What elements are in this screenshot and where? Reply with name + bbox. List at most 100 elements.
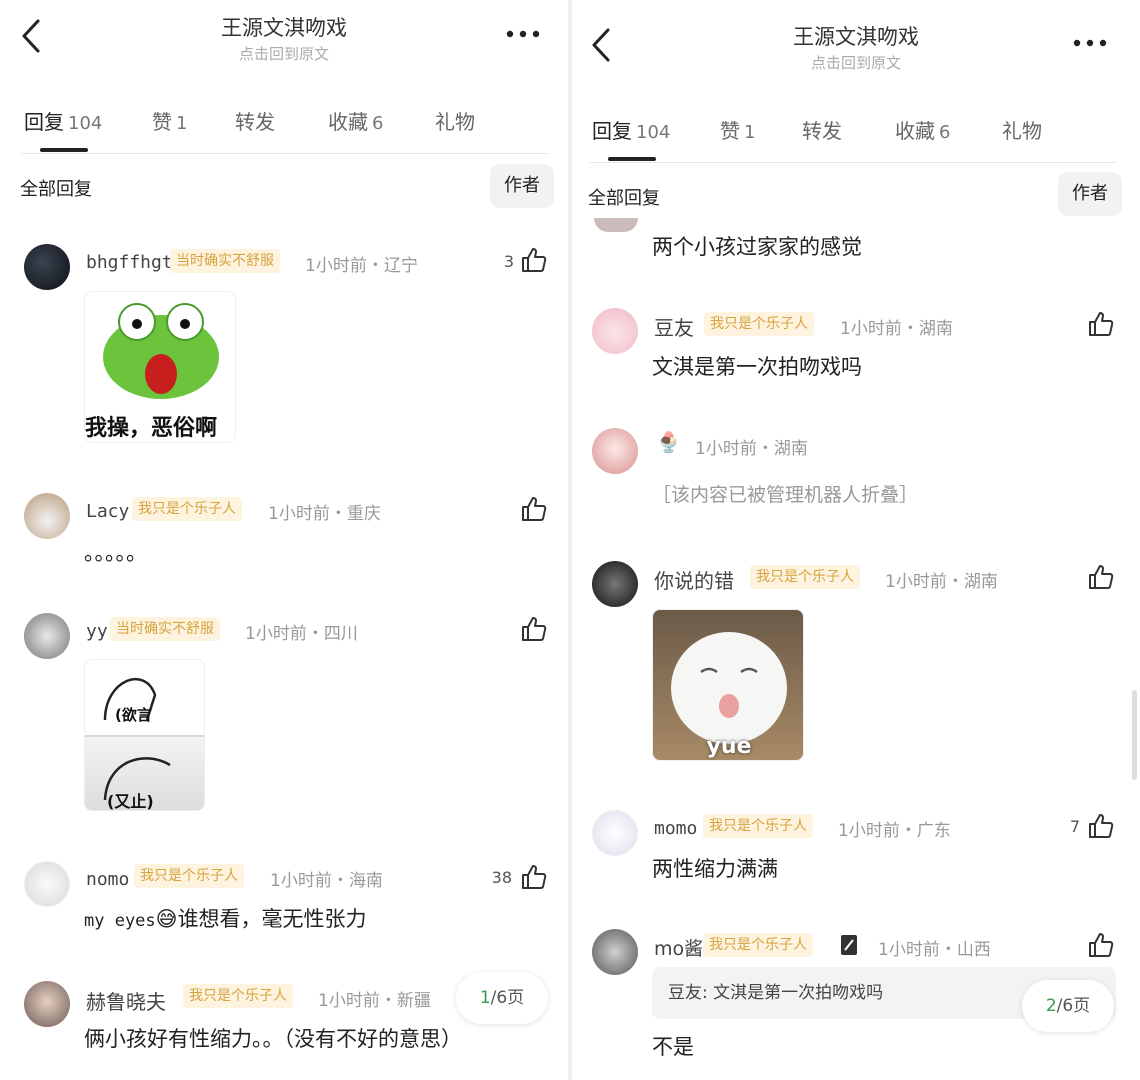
avatar[interactable] — [592, 810, 638, 856]
tab-likes-label: 赞 — [720, 119, 740, 143]
comment-item: 你说的错 我只是个乐子人 1小时前・湖南 yue — [572, 553, 1140, 768]
pen-icon — [840, 934, 858, 956]
username[interactable]: 你说的错 — [654, 565, 734, 594]
avatar[interactable] — [592, 308, 638, 354]
username[interactable]: Lacy — [86, 501, 129, 522]
tab-replies[interactable]: 回复 104 — [24, 106, 102, 135]
comment-text-suffix: 谁想看，毫无性张力 — [177, 907, 367, 931]
back-to-post-link[interactable]: 点击回到原文 — [0, 43, 568, 64]
tab-reposts[interactable]: 转发 — [235, 106, 275, 135]
comment-text: 两个小孩过家家的感觉 — [652, 235, 862, 259]
avatar[interactable] — [24, 244, 70, 290]
thumbs-up-icon[interactable] — [520, 495, 548, 523]
comment-item: momo 我只是个乐子人 1小时前・广东 7 两性缩力满满 — [572, 802, 1140, 892]
comment-text: 俩小孩好有性缩力。。（没有不好的意思） — [84, 1027, 462, 1051]
tab-favorites-count: 6 — [372, 113, 384, 134]
avatar[interactable] — [24, 981, 70, 1027]
comment-meta: 1小时前・四川 — [245, 624, 358, 644]
avatar[interactable] — [24, 493, 70, 539]
tab-replies-label: 回复 — [24, 110, 64, 134]
user-badge: 当时确实不舒服 — [110, 617, 220, 641]
tab-likes[interactable]: 赞1 — [720, 115, 755, 144]
avatar[interactable] — [592, 428, 638, 474]
scrollbar[interactable] — [1132, 690, 1137, 780]
tab-replies-count: 104 — [636, 122, 671, 143]
comment-meta: 1小时前・山西 — [878, 940, 991, 960]
tab-favorites-label: 收藏 — [895, 119, 935, 143]
page-title[interactable]: 王源文淇吻戏 — [0, 12, 568, 42]
avatar[interactable] — [592, 561, 638, 607]
comment-meta: 1小时前・海南 — [270, 871, 383, 891]
page-indicator[interactable]: 1/6页 — [456, 972, 548, 1024]
page-title[interactable]: 王源文淇吻戏 — [572, 21, 1140, 51]
avatar[interactable] — [24, 861, 70, 907]
author-filter-button[interactable]: 作者 — [1058, 172, 1122, 216]
avatar[interactable] — [24, 613, 70, 659]
folded-notice[interactable]: ［该内容已被管理机器人折叠］ — [652, 480, 918, 507]
user-badge: 我只是个乐子人 — [703, 933, 813, 957]
more-options-icon[interactable] — [1072, 37, 1108, 49]
like-count: 3 — [503, 252, 514, 271]
author-filter-button[interactable]: 作者 — [490, 164, 554, 208]
tab-gifts-label: 礼物 — [1002, 119, 1042, 143]
avatar[interactable] — [592, 929, 638, 975]
left-screenshot-panel: 王源文淇吻戏 点击回到原文 回复 104 赞1 转发 收藏 6 礼物 全部回复 作者… — [0, 0, 568, 1080]
tab-favorites[interactable]: 收藏 6 — [328, 106, 383, 135]
comment-text-prefix: my eyes — [84, 911, 156, 931]
thumbs-up-icon[interactable] — [1087, 812, 1115, 840]
thumbs-up-icon[interactable] — [520, 615, 548, 643]
like-count: 38 — [491, 868, 512, 887]
tab-favorites[interactable]: 收藏 6 — [895, 115, 950, 144]
sweat-smile-emoji: 😅 — [155, 907, 178, 931]
sticker-image[interactable]: yue — [652, 609, 804, 761]
username[interactable]: nomo — [86, 869, 129, 890]
back-to-post-link[interactable]: 点击回到原文 — [572, 52, 1140, 73]
username[interactable]: 赫鲁晓夫 — [86, 986, 166, 1015]
tab-likes-count: 1 — [176, 113, 188, 134]
comment-meta: 1小时前・辽宁 — [305, 256, 418, 276]
comment-meta: 1小时前・湖南 — [840, 319, 953, 339]
page-total: /6页 — [490, 988, 525, 1008]
comment-text: my eyes😅谁想看，毫无性张力 — [84, 903, 367, 933]
username[interactable]: momo — [654, 818, 697, 839]
comment-text: 文淇是第一次拍吻戏吗 — [652, 355, 862, 379]
avatar-partial — [594, 218, 638, 232]
tab-gifts-label: 礼物 — [435, 110, 475, 134]
page-indicator[interactable]: 2/6页 — [1022, 980, 1114, 1032]
tab-replies[interactable]: 回复 104 — [592, 115, 670, 144]
thumbs-up-icon[interactable] — [520, 246, 548, 274]
tabs-divider — [590, 162, 1116, 163]
comment-meta: 1小时前・广东 — [838, 821, 951, 841]
comment-meta: 1小时前・重庆 — [268, 504, 381, 524]
tab-reposts-label: 转发 — [235, 110, 275, 134]
thumbs-up-icon[interactable] — [520, 863, 548, 891]
tab-gifts[interactable]: 礼物 — [1002, 115, 1042, 144]
thumbs-up-icon[interactable] — [1087, 563, 1115, 591]
comment-meta: 1小时前・新疆 — [318, 991, 431, 1011]
comment-text: 。。。。。 — [84, 541, 147, 565]
tab-favorites-count: 6 — [939, 122, 951, 143]
tab-reposts[interactable]: 转发 — [802, 115, 842, 144]
sticker-caption: yue — [706, 734, 752, 759]
username[interactable]: bhgffhgt — [86, 252, 173, 273]
thumbs-up-icon[interactable] — [1087, 931, 1115, 959]
comment-item: nomo 我只是个乐子人 1小时前・海南 38 my eyes😅谁想看，毫无性张… — [0, 853, 568, 953]
active-tab-indicator — [40, 148, 88, 152]
username[interactable]: 豆友 — [654, 312, 694, 341]
comment-item: 🍨 1小时前・湖南 ［该内容已被管理机器人折叠］ — [572, 420, 1140, 520]
tab-likes[interactable]: 赞1 — [152, 106, 187, 135]
user-badge: 我只是个乐子人 — [703, 814, 813, 838]
tab-gifts[interactable]: 礼物 — [435, 106, 475, 135]
comment-item: Lacy 我只是个乐子人 1小时前・重庆 。。。。。 — [0, 485, 568, 575]
sticker-image[interactable]: 我操，恶俗啊 — [84, 291, 236, 443]
comment-item: 豆友 我只是个乐子人 1小时前・湖南 文淇是第一次拍吻戏吗 — [572, 300, 1140, 390]
thumbs-up-icon[interactable] — [1087, 310, 1115, 338]
user-badge: 我只是个乐子人 — [183, 984, 293, 1008]
more-options-icon[interactable] — [505, 28, 541, 40]
tab-favorites-label: 收藏 — [328, 110, 368, 134]
all-replies-label: 全部回复 — [20, 179, 92, 200]
username[interactable]: yy — [86, 621, 108, 642]
tab-reposts-label: 转发 — [802, 119, 842, 143]
username[interactable]: mo酱 — [654, 934, 703, 961]
sticker-image[interactable]: (欲言 (又止) — [84, 659, 205, 811]
